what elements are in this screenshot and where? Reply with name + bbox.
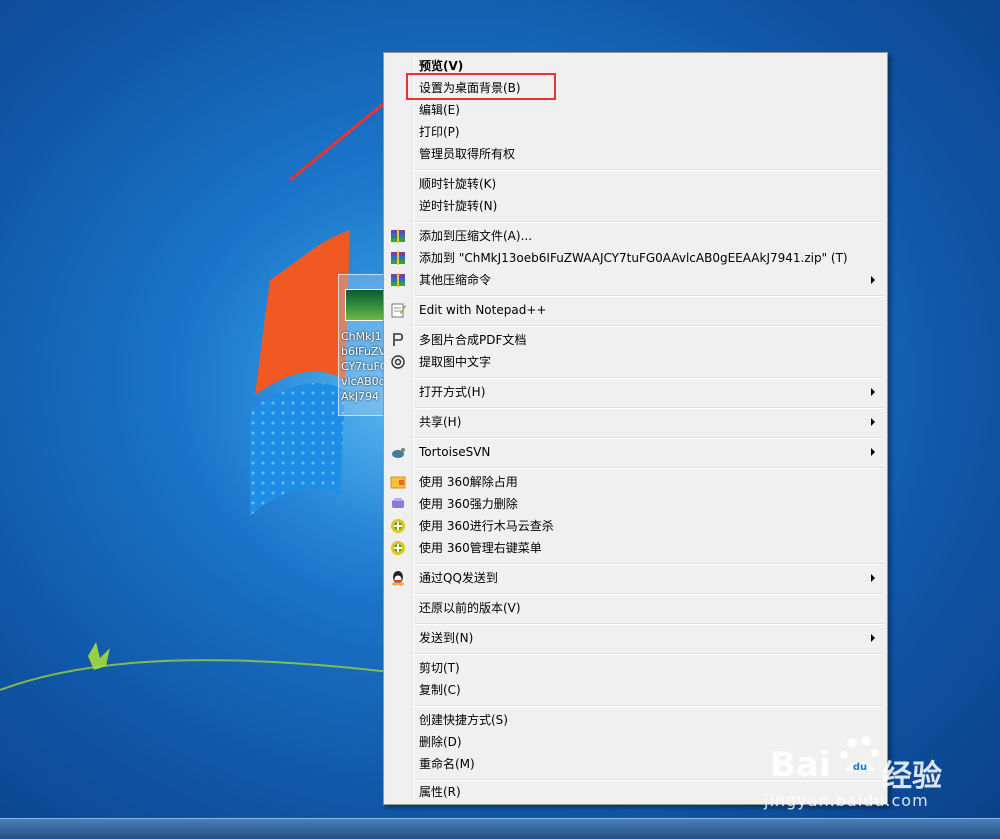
baidu-jingyan-watermark: Bai du 经验 jingyan.baidu.com	[760, 725, 990, 815]
menu-item-edit-with-notepadpp[interactable]: Edit with Notepad++	[386, 299, 885, 321]
menu-separator	[414, 377, 884, 379]
menu-item-send-to[interactable]: 发送到(N)	[386, 627, 885, 649]
desktop-file-name: ChMkJ1 b6IFuZV CY7tuFC vlcAB0c AkJ794	[341, 329, 389, 404]
menu-item-label: 还原以前的版本(V)	[419, 601, 521, 615]
menu-item-edit[interactable]: 编辑(E)	[386, 99, 885, 121]
menu-item-other-compression[interactable]: 其他压缩命令	[386, 269, 885, 291]
menu-separator	[414, 169, 884, 171]
menu-item-label: 编辑(E)	[419, 103, 460, 117]
watermark-url: jingyan.baidu.com	[764, 791, 929, 810]
menu-item-label: 顺时针旋转(K)	[419, 177, 497, 191]
menu-item-extract-text[interactable]: 提取图中文字	[386, 351, 885, 373]
menu-item-label: 多图片合成PDF文档	[419, 333, 527, 347]
menu-item-label: 创建快捷方式(S)	[419, 713, 508, 727]
menu-separator	[414, 467, 884, 469]
watermark-brand: Bai	[770, 745, 831, 785]
menu-item-label: 重命名(M)	[419, 757, 475, 771]
menu-item-label: 逆时针旋转(N)	[419, 199, 498, 213]
image-thumbnail-icon	[345, 289, 385, 321]
menu-separator	[414, 295, 884, 297]
menu-item-label: 属性(R)	[419, 785, 461, 799]
menu-item-label: 打开方式(H)	[419, 385, 486, 399]
menu-item-rotate-counterclockwise[interactable]: 逆时针旋转(N)	[386, 195, 885, 217]
menu-item-open-with[interactable]: 打开方式(H)	[386, 381, 885, 403]
unlock-360-icon	[390, 476, 406, 489]
taskbar	[0, 818, 1000, 839]
menu-item-label: 提取图中文字	[419, 355, 492, 369]
menu-item-label: 使用 360解除占用	[419, 475, 518, 489]
menu-item-take-ownership[interactable]: 管理员取得所有权	[386, 143, 885, 165]
file-name-line: vlcAB0c	[341, 375, 385, 388]
tortoise-icon	[392, 448, 405, 458]
shred-360-icon	[392, 498, 404, 508]
menu-separator	[414, 325, 884, 327]
menu-item-label: Edit with Notepad++	[419, 303, 547, 317]
menu-item-rotate-clockwise[interactable]: 顺时针旋转(K)	[386, 173, 885, 195]
baidu-paw-icon: du	[840, 736, 879, 773]
menu-item-share[interactable]: 共享(H)	[386, 411, 885, 433]
menu-item-label: 删除(D)	[419, 735, 462, 749]
menu-separator	[414, 563, 884, 565]
menu-item-label: 使用 360管理右键菜单	[419, 541, 542, 555]
annotation-highlight-box	[406, 73, 556, 100]
menu-item-label: 复制(C)	[419, 683, 461, 697]
menu-item-360-unlock[interactable]: 使用 360解除占用	[386, 471, 885, 493]
menu-item-label: TortoiseSVN	[419, 445, 491, 459]
winrar-icon	[391, 229, 405, 243]
menu-item-label: 其他压缩命令	[419, 273, 492, 287]
menu-item-merge-images-pdf[interactable]: 多图片合成PDF文档	[386, 329, 885, 351]
submenu-arrow-icon	[871, 418, 875, 426]
menu-item-tortoisesvn[interactable]: TortoiseSVN	[386, 441, 885, 463]
menu-separator	[414, 437, 884, 439]
submenu-arrow-icon	[871, 634, 875, 642]
menu-separator	[414, 653, 884, 655]
menu-item-restore-previous-versions[interactable]: 还原以前的版本(V)	[386, 597, 885, 619]
menu-item-add-to-archive[interactable]: 添加到压缩文件(A)...	[386, 225, 885, 247]
submenu-arrow-icon	[871, 448, 875, 456]
watermark-brand-text: Bai	[770, 745, 831, 785]
context-menu: 预览(V) 设置为桌面背景(B) 编辑(E) 打印(P) 管理员取得所有权 顺时…	[383, 52, 888, 805]
menu-separator	[414, 407, 884, 409]
ocr-icon	[391, 355, 405, 369]
file-name-line: b6IFuZV	[341, 345, 386, 358]
menu-item-print[interactable]: 打印(P)	[386, 121, 885, 143]
menu-item-send-via-qq[interactable]: 通过QQ发送到	[386, 567, 885, 589]
menu-item-cut[interactable]: 剪切(T)	[386, 657, 885, 679]
green-swoosh-decoration	[0, 642, 391, 691]
winrar-icon	[391, 251, 405, 265]
menu-separator	[414, 593, 884, 595]
menu-item-add-to-zip[interactable]: 添加到 "ChMkJ13oeb6IFuZWAAJCY7tuFG0AAvlcAB0…	[386, 247, 885, 269]
file-name-line: ChMkJ1	[341, 330, 382, 343]
menu-item-label: 使用 360进行木马云查杀	[419, 519, 554, 533]
menu-separator	[414, 221, 884, 223]
scan-360-icon	[391, 519, 405, 533]
menu-item-label: 添加到 "ChMkJ13oeb6IFuZWAAJCY7tuFG0AAvlcAB0…	[419, 251, 848, 265]
winrar-icon	[391, 273, 405, 287]
menu-item-360-trojan-scan[interactable]: 使用 360进行木马云查杀	[386, 515, 885, 537]
submenu-arrow-icon	[871, 388, 875, 396]
pdf-icon	[393, 333, 404, 346]
qq-icon	[392, 571, 404, 586]
menu-item-label: 共享(H)	[419, 415, 462, 429]
menu-item-label: 使用 360强力删除	[419, 497, 518, 511]
menu-item-label: 添加到压缩文件(A)...	[419, 229, 533, 243]
submenu-arrow-icon	[871, 276, 875, 284]
menu-separator	[414, 623, 884, 625]
menu-item-label: 剪切(T)	[419, 661, 460, 675]
menu-item-label: 发送到(N)	[419, 631, 474, 645]
submenu-arrow-icon	[871, 574, 875, 582]
menu-item-360-manage-context-menu[interactable]: 使用 360管理右键菜单	[386, 537, 885, 559]
watermark-du-text: du	[853, 762, 867, 773]
menu-item-label: 通过QQ发送到	[419, 571, 498, 585]
notepad-icon	[391, 303, 406, 318]
menu-item-label: 管理员取得所有权	[419, 147, 516, 161]
menu-item-copy[interactable]: 复制(C)	[386, 679, 885, 701]
watermark-product: 经验	[882, 759, 942, 794]
file-name-line: AkJ794	[341, 390, 380, 403]
menu-item-label: 打印(P)	[419, 125, 460, 139]
menu-item-360-force-delete[interactable]: 使用 360强力删除	[386, 493, 885, 515]
menu-separator	[414, 705, 884, 707]
menu-360-icon	[391, 541, 405, 555]
file-name-line: CY7tuFC	[341, 360, 388, 373]
